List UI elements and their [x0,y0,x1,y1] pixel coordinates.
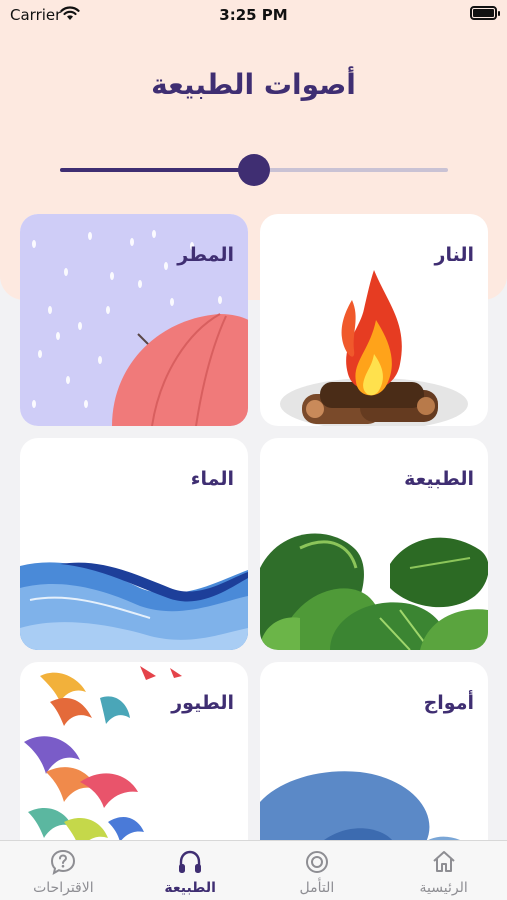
card-nature[interactable]: الطبيعة [260,438,488,650]
volume-slider[interactable] [60,154,448,186]
card-label: الطيور [171,692,234,714]
card-rain[interactable]: المطر [20,214,248,426]
tab-label: الرئيسية [419,880,468,896]
tab-home[interactable]: الرئيسية [380,841,507,900]
tab-label: التأمل [299,880,335,896]
tab-suggestions[interactable]: الاقتراحات [0,841,127,900]
card-fire[interactable]: النار [260,214,488,426]
card-label: النار [434,244,474,266]
home-icon [432,851,455,872]
card-label: الطبيعة [404,468,474,490]
card-label: المطر [177,244,234,266]
headphones-icon [179,850,202,873]
meditation-icon [305,851,328,873]
tab-label: الطبيعة [164,880,216,896]
slider-thumb[interactable] [238,154,270,186]
tab-label: الاقتراحات [33,880,94,896]
clock: 3:25 PM [219,6,288,24]
page-title: أصوات الطبيعة [151,68,356,101]
card-label: الماء [190,468,234,490]
card-water[interactable]: الماء [20,438,248,650]
slider-fill [60,168,254,172]
tab-meditation[interactable]: التأمل [254,841,381,900]
tab-bar: الرئيسية التأمل الطبيعة الاقتراحات [0,840,507,900]
tab-nature[interactable]: الطبيعة [127,841,254,900]
status-bar: Carrier 3:25 PM [0,0,507,30]
card-label: أمواج [423,692,474,714]
question-icon [51,849,76,876]
battery-icon [470,6,500,20]
